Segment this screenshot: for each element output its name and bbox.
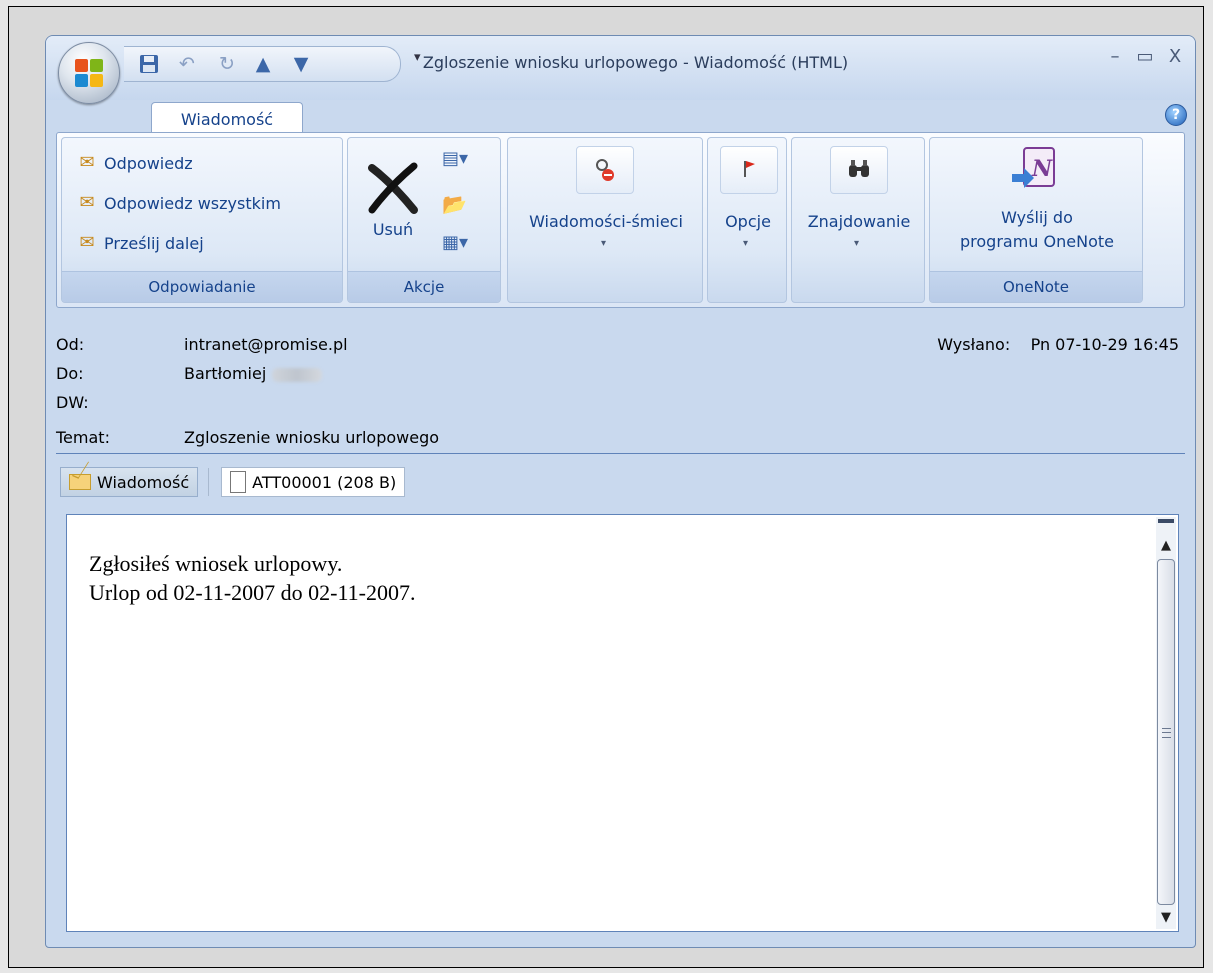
junk-mail-label[interactable]: Wiadomości-śmieci: [508, 212, 704, 231]
to-label: Do:: [56, 364, 84, 383]
message-window: ↶ ↻ ▲ ▼ ▾ Zgloszenie wniosku urlopowego …: [45, 35, 1196, 948]
ribbon-tab-bar: Wiadomość ?: [46, 100, 1195, 136]
message-line-1: Zgłosiłeś wniosek urlopowy.: [89, 551, 343, 576]
reply-all-label: Odpowiedz wszystkim: [104, 193, 281, 213]
maximize-button[interactable]: ▭: [1133, 46, 1157, 67]
onenote-line2[interactable]: programu OneNote: [930, 232, 1144, 251]
group-respond: ✉ Odpowiedz ✉ Odpowiedz wszystkim ✉ Prze…: [61, 137, 343, 303]
cc-label: DW:: [56, 393, 89, 412]
reply-label: Odpowiedz: [104, 153, 193, 173]
scroll-up-button[interactable]: ▲: [1156, 535, 1176, 557]
document-icon: [230, 471, 247, 493]
envelope-icon: [69, 474, 91, 490]
help-icon[interactable]: ?: [1165, 104, 1187, 126]
subject-label: Temat:: [56, 428, 110, 447]
reply-button[interactable]: ✉ Odpowiedz: [74, 148, 193, 178]
close-button[interactable]: X: [1163, 46, 1187, 67]
group-label-respond: Odpowiadanie: [62, 271, 342, 302]
binoculars-icon[interactable]: [830, 146, 888, 194]
message-body[interactable]: Zgłosiłeś wniosek urlopowy. Urlop od 02-…: [66, 514, 1179, 932]
message-tab-button[interactable]: Wiadomość: [60, 467, 199, 497]
onenote-icon[interactable]: N: [1010, 146, 1060, 192]
svg-text:N: N: [1031, 156, 1053, 182]
junk-mail-caret[interactable]: ▾: [601, 238, 606, 249]
open-folder-icon[interactable]: 📂: [442, 192, 467, 216]
group-onenote: N Wyślij do programu OneNote OneNote: [929, 137, 1143, 303]
forward-icon: ✉: [79, 232, 95, 253]
sent-value: Pn 07-10-29 16:45: [1030, 335, 1179, 354]
group-actions: Usuń ▤▾ 📂 ▦▾ Akcje: [347, 137, 501, 303]
subject-value: Zgloszenie wniosku urlopowego: [184, 428, 440, 447]
ribbon: ✉ Odpowiedz ✉ Odpowiedz wszystkim ✉ Prze…: [56, 132, 1185, 308]
to-value-wrap[interactable]: Bartłomiej: [184, 364, 323, 383]
forward-button[interactable]: ✉ Prześlij dalej: [74, 228, 204, 258]
attachment-bar: Wiadomość ATT00001 (208 B): [60, 462, 406, 502]
message-text: Zgłosiłeś wniosek urlopowy. Urlop od 02-…: [89, 549, 416, 607]
sent-info: Wysłano: Pn 07-10-29 16:45: [937, 335, 1179, 354]
group-label-actions: Akcje: [348, 271, 500, 302]
delete-x-icon: [368, 162, 418, 214]
scroll-thumb[interactable]: [1157, 559, 1175, 905]
header-separator: [56, 453, 1185, 454]
onenote-line1[interactable]: Wyślij do: [930, 208, 1144, 227]
reply-all-icon: ✉: [79, 192, 95, 213]
window-title: Zgloszenie wniosku urlopowego - Wiadomoś…: [422, 53, 849, 72]
redacted-surname: [272, 367, 323, 382]
screenshot-frame: ↶ ↻ ▲ ▼ ▾ Zgloszenie wniosku urlopowego …: [8, 6, 1204, 968]
office-button[interactable]: [58, 42, 120, 104]
minimize-button[interactable]: –: [1103, 46, 1127, 67]
reply-all-button[interactable]: ✉ Odpowiedz wszystkim: [74, 188, 281, 218]
attachment-file-label: ATT00001 (208 B): [252, 472, 397, 492]
find-label[interactable]: Znajdowanie: [792, 212, 926, 231]
sent-label: Wysłano:: [937, 335, 1011, 354]
options-caret[interactable]: ▾: [743, 238, 748, 249]
delete-button[interactable]: Usuń: [358, 144, 428, 264]
scroll-down-button[interactable]: ▼: [1156, 907, 1176, 929]
attachment-divider: [208, 468, 210, 496]
options-label[interactable]: Opcje: [708, 212, 788, 231]
group-junk: Wiadomości-śmieci ▾: [507, 137, 703, 303]
reply-icon: ✉: [79, 152, 95, 173]
group-label-onenote: OneNote: [930, 271, 1142, 302]
find-caret[interactable]: ▾: [854, 238, 859, 249]
scroll-grip-icon: [1162, 728, 1171, 738]
message-tab-label: Wiadomość: [97, 472, 190, 492]
from-label: Od:: [56, 335, 85, 354]
group-options: Opcje ▾: [707, 137, 787, 303]
move-to-folder-icon[interactable]: ▤▾: [442, 148, 468, 169]
forward-label: Prześlij dalej: [104, 233, 204, 253]
from-value[interactable]: intranet@promise.pl: [184, 335, 348, 354]
delete-label: Usuń: [372, 220, 414, 239]
group-find: Znajdowanie ▾: [791, 137, 925, 303]
other-actions-icon[interactable]: ▦▾: [442, 232, 468, 253]
office-logo-icon: [75, 59, 103, 87]
to-value: Bartłomiej: [184, 364, 267, 383]
from-row: Od: intranet@promise.pl Wysłano: Pn 07-1…: [56, 335, 1185, 357]
options-flag-icon[interactable]: [720, 146, 778, 194]
message-line-2: Urlop od 02-11-2007 do 02-11-2007.: [89, 580, 416, 605]
attachment-file-button[interactable]: ATT00001 (208 B): [221, 467, 406, 497]
vertical-scrollbar[interactable]: ▲ ▼: [1156, 517, 1176, 929]
scroll-splitter[interactable]: [1158, 519, 1174, 523]
junk-mail-icon[interactable]: [576, 146, 634, 194]
title-bar: ↶ ↻ ▲ ▼ ▾ Zgloszenie wniosku urlopowego …: [46, 36, 1195, 100]
tab-message[interactable]: Wiadomość: [151, 102, 303, 136]
